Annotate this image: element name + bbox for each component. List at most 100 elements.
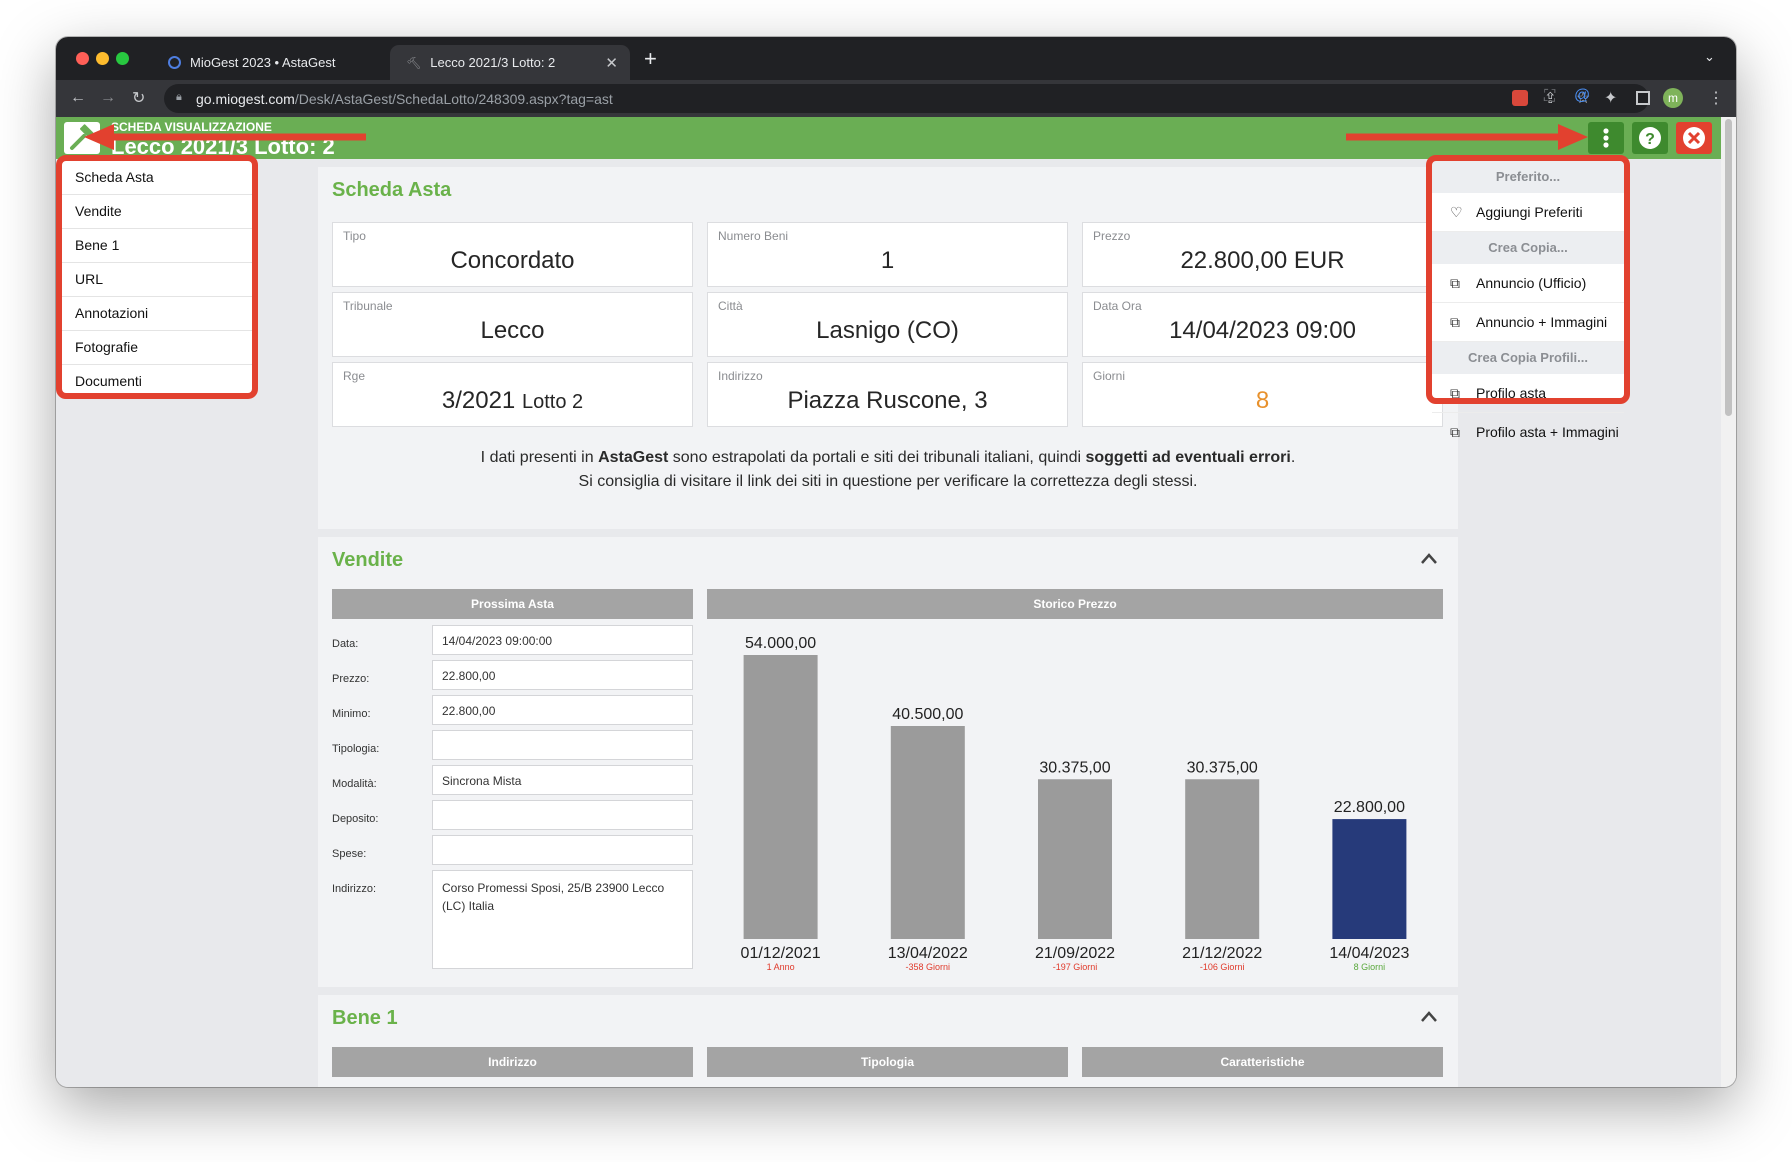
dropdown-item-label: Profilo asta + Immagini	[1476, 424, 1619, 440]
disclaimer-bold: soggetti ad eventuali errori	[1085, 449, 1291, 466]
browser-toolbar: ← → ↻ 🔒︎ go.miogest.com/Desk/AstaGest/Sc…	[56, 80, 1736, 117]
collapse-chevron-up-icon[interactable]	[1419, 1009, 1439, 1028]
chart-sub-label: -358 Giorni	[906, 962, 951, 972]
new-tab-button[interactable]: +	[644, 46, 657, 72]
card-citta: Città Lasnigo (CO)	[707, 292, 1068, 357]
prezzo-field[interactable]: 22.800,00	[432, 660, 693, 690]
maximize-window-button[interactable]	[116, 52, 129, 65]
disclaimer-text: I dati presenti in	[480, 449, 599, 466]
card-value: 8	[1255, 387, 1270, 414]
annotation-arrow-right	[1346, 124, 1588, 150]
at-extension-icon[interactable]: @	[1574, 87, 1590, 105]
chart-bar	[890, 726, 965, 939]
chart-sub-label: 1 Anno	[767, 962, 795, 972]
card-value: Piazza Ruscone, 3	[787, 387, 988, 414]
section-title: Scheda Asta	[332, 179, 452, 201]
bene-column-header: Indirizzo	[332, 1047, 693, 1077]
scheda-asta-panel: Scheda Asta Tipo Concordato Numero Beni …	[318, 167, 1458, 529]
collapse-chevron-up-icon[interactable]	[1419, 551, 1439, 570]
prossima-asta-header: Prossima Asta	[332, 589, 693, 619]
chart-value-label: 30.375,00	[1039, 759, 1110, 776]
card-tipo: Tipo Concordato	[332, 222, 693, 287]
chart-bar	[1038, 779, 1112, 939]
card-tribunale: Tribunale Lecco	[332, 292, 693, 357]
browser-menu-icon[interactable]: ⋮	[1708, 88, 1724, 108]
forward-arrow-icon[interactable]: →	[100, 89, 116, 107]
annotation-arrow-left	[84, 124, 366, 150]
field-label: Prezzo:	[332, 673, 370, 685]
tab-label: MioGest 2023 • AstaGest	[190, 55, 336, 70]
field-label: Indirizzo:	[332, 883, 377, 895]
card-value: 1	[880, 247, 895, 274]
side-panel-icon[interactable]	[1636, 91, 1650, 105]
card-value: 14/04/2023 09:00	[1169, 317, 1356, 344]
card-giorni: Giorni 8	[1082, 362, 1443, 427]
tab-strip: MioGest 2023 • AstaGest ✕ 🔨︎ Lecco 2021/…	[56, 37, 1736, 80]
chart-bar	[743, 655, 818, 939]
app-area: SCHEDA VISUALIZZAZIONE Lecco 2021/3 Lott…	[56, 117, 1736, 1087]
chart-category-label: 01/12/2021	[741, 945, 821, 962]
card-data-ora: Data Ora 14/04/2023 09:00	[1082, 292, 1443, 357]
card-value: Lecco	[480, 317, 545, 344]
chart-bar	[1332, 819, 1407, 939]
reload-icon[interactable]: ↻	[132, 88, 145, 108]
spese-field[interactable]	[432, 835, 693, 865]
card-value-wrap: 3/2021 Lotto 2	[333, 387, 692, 415]
minimize-window-button[interactable]	[96, 52, 109, 65]
vendite-panel: Vendite Prossima Asta Data: 14/04/2023 0…	[318, 537, 1458, 987]
card-label: Data Ora	[1093, 299, 1142, 313]
copy-profilo-asta-immagini-item[interactable]: ⧉ Profilo asta + Immagini	[1432, 413, 1624, 451]
card-label: Rge	[343, 369, 366, 383]
bene-column-header: Caratteristiche	[1082, 1047, 1443, 1077]
card-value-suffix: Lotto 2	[521, 391, 584, 413]
section-title: Vendite	[332, 549, 404, 571]
copy-icon: ⧉	[1450, 424, 1460, 440]
address-bar[interactable]: 🔒︎ go.miogest.com/Desk/AstaGest/SchedaLo…	[164, 84, 1649, 113]
field-label: Data:	[332, 638, 359, 650]
extensions-puzzle-icon[interactable]: ✦	[1604, 88, 1617, 108]
deposito-field[interactable]	[432, 800, 693, 830]
chart-value-label: 30.375,00	[1187, 759, 1258, 776]
chart-category-label: 21/12/2022	[1182, 945, 1262, 962]
back-arrow-icon[interactable]: ←	[70, 89, 86, 107]
chart-sub-label: -197 Giorni	[1053, 962, 1098, 972]
card-label: Tipo	[343, 229, 366, 243]
card-label: Numero Beni	[718, 229, 789, 243]
card-numero-beni: Numero Beni 1	[707, 222, 1068, 287]
chart-sub-label: -106 Giorni	[1200, 962, 1245, 972]
disclaimer-line-1: I dati presenti in AstaGest sono estrapo…	[318, 446, 1458, 470]
url-path: /Desk/AstaGest/SchedaLotto/248309.aspx?t…	[294, 91, 613, 107]
card-indirizzo: Indirizzo Piazza Ruscone, 3	[707, 362, 1068, 427]
close-tab-icon[interactable]: ✕	[605, 54, 618, 72]
section-title: Bene 1	[332, 1007, 398, 1029]
tab-label: Lecco 2021/3 Lotto: 2	[430, 55, 556, 70]
field-label: Tipologia:	[332, 743, 380, 755]
indirizzo-textarea[interactable]: Corso Promessi Sposi, 25/B 23900 Lecco (…	[432, 870, 693, 969]
card-label: Indirizzo	[718, 369, 763, 383]
scrollbar-thumb[interactable]	[1725, 119, 1732, 416]
card-label: Giorni	[1093, 369, 1126, 383]
screenshot-extension-icon[interactable]: ⛶	[1544, 88, 1555, 106]
storico-prezzo-header: Storico Prezzo	[707, 589, 1443, 619]
storico-prezzo-chart: 54.000,00 01/12/20211 Anno 40.500,00 13/04/…	[741, 635, 1410, 972]
card-value: Lasnigo (CO)	[816, 317, 959, 344]
disclaimer-text: sono estrapolati da portali e siti dei t…	[668, 449, 1086, 466]
card-label: Prezzo	[1093, 229, 1131, 243]
data-field[interactable]: 14/04/2023 09:00:00	[432, 625, 693, 655]
card-value: 3/2021	[441, 387, 516, 414]
modalita-field[interactable]: Sincrona Mista	[432, 765, 693, 795]
extension-calendar-icon[interactable]	[1512, 90, 1528, 106]
card-value: 22.800,00 EUR	[1180, 247, 1345, 274]
tab-lecco[interactable]: 🔨︎ Lecco 2021/3 Lotto: 2 ✕	[390, 45, 630, 80]
disclaimer-bold: AstaGest	[598, 449, 669, 466]
field-label: Spese:	[332, 848, 367, 860]
minimo-field[interactable]: 22.800,00	[432, 695, 693, 725]
profile-avatar-icon[interactable]: m	[1663, 88, 1683, 108]
card-prezzo: Prezzo 22.800,00 EUR	[1082, 222, 1443, 287]
bene-column-header: Tipologia	[707, 1047, 1068, 1077]
tab-search-chevron-icon[interactable]: ⌄	[1704, 49, 1715, 65]
chart-bar	[1185, 779, 1260, 939]
chart-value-label: 40.500,00	[892, 706, 963, 723]
tipologia-field[interactable]	[432, 730, 693, 760]
close-window-button[interactable]	[76, 52, 89, 65]
